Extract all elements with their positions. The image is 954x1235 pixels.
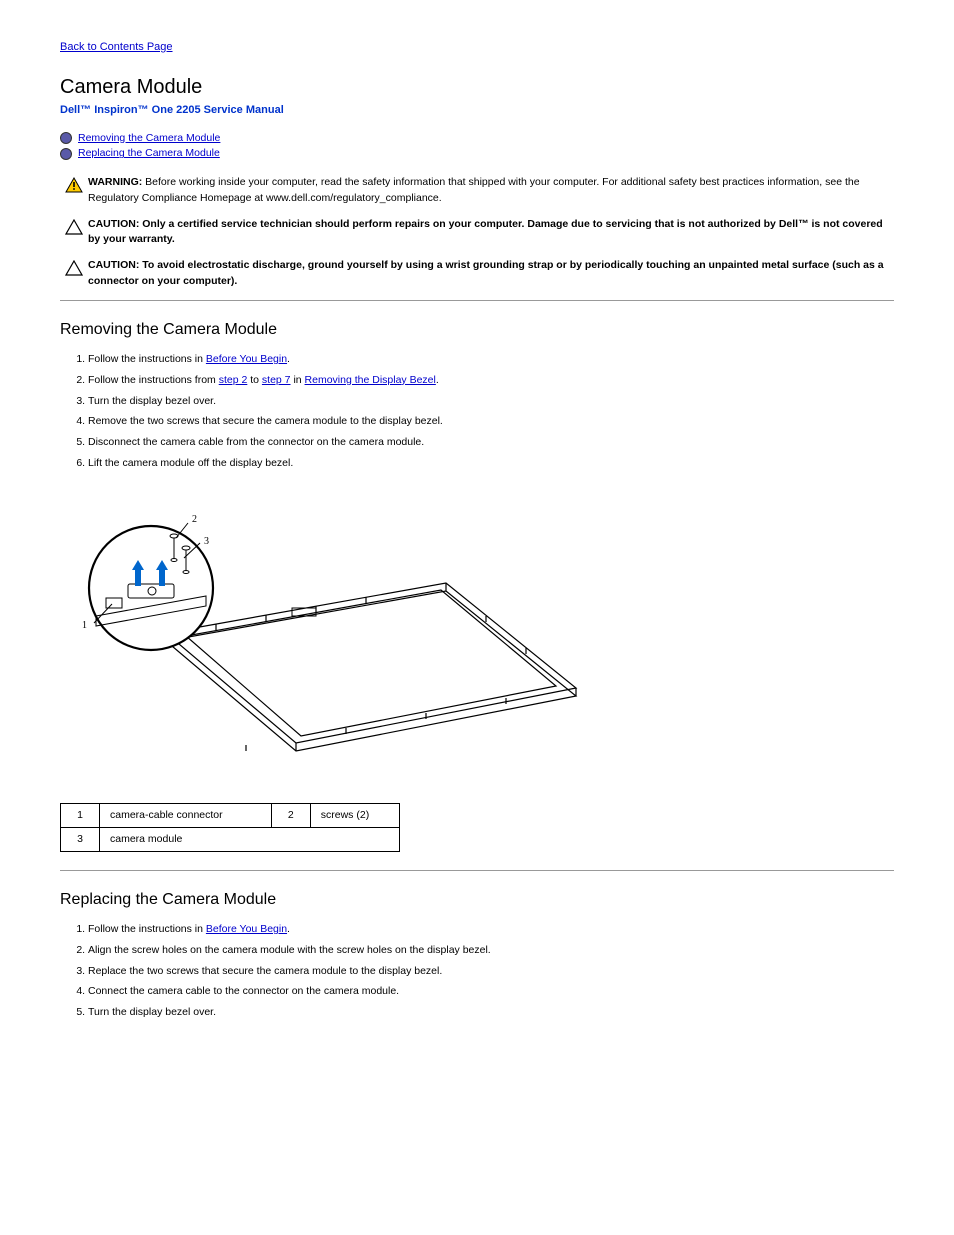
list-item: Replace the two screws that secure the c… (88, 963, 894, 980)
caution2-text: To avoid electrostatic discharge, ground… (88, 259, 884, 287)
figure-camera-module: 1 2 3 (60, 488, 894, 793)
caution-icon (65, 219, 83, 235)
before-you-begin-link[interactable]: Before You Begin (206, 923, 287, 935)
caution1-text: Only a certified service technician shou… (88, 218, 883, 246)
callout-table: 1 camera-cable connector 2 screws (2) 3 … (60, 803, 400, 851)
remove-bezel-link[interactable]: Removing the Display Bezel (305, 374, 436, 386)
callout-text: screws (2) (310, 804, 399, 828)
list-item: Connect the camera cable to the connecto… (88, 983, 894, 1000)
replace-steps: Follow the instructions in Before You Be… (60, 921, 894, 1021)
toc-list: Removing the Camera Module Replacing the… (60, 131, 894, 161)
caution-block-2: CAUTION: To avoid electrostatic discharg… (60, 258, 894, 290)
back-to-contents-link[interactable]: Back to Contents Page (60, 41, 173, 53)
callout-num: 2 (271, 804, 310, 828)
warning-text: Before working inside your computer, rea… (88, 176, 860, 204)
callout-text: camera module (100, 827, 400, 851)
list-item: Follow the instructions from step 2 to s… (88, 372, 894, 389)
list-item: Turn the display bezel over. (88, 1004, 894, 1021)
callout-num: 1 (61, 804, 100, 828)
list-item: Lift the camera module off the display b… (88, 455, 894, 472)
caution2-lead: CAUTION: (88, 259, 139, 271)
bullet-icon (60, 132, 72, 144)
caution-block-1: CAUTION: Only a certified service techni… (60, 217, 894, 249)
replace-section-title: Replacing the Camera Module (60, 889, 894, 911)
list-item: Turn the display bezel over. (88, 393, 894, 410)
callout-text: camera-cable connector (100, 804, 272, 828)
caution-icon (65, 260, 83, 276)
toc-link-remove[interactable]: Removing the Camera Module (78, 131, 220, 146)
step2-link[interactable]: step 2 (219, 374, 248, 386)
warning-block: WARNING: Before working inside your comp… (60, 175, 894, 207)
warning-icon (65, 177, 83, 193)
page-title: Camera Module (60, 73, 894, 101)
doc-subtitle: Dell™ Inspiron™ One 2205 Service Manual (60, 103, 894, 118)
step7-link[interactable]: step 7 (262, 374, 291, 386)
list-item: Disconnect the camera cable from the con… (88, 434, 894, 451)
svg-text:1: 1 (82, 620, 87, 631)
list-item: Follow the instructions in Before You Be… (88, 351, 894, 368)
callout-num: 3 (61, 827, 100, 851)
caution1-lead: CAUTION: (88, 218, 139, 230)
divider (60, 870, 894, 871)
svg-text:3: 3 (204, 536, 209, 547)
warning-lead: WARNING: (88, 176, 142, 188)
bullet-icon (60, 148, 72, 160)
svg-text:2: 2 (192, 514, 197, 525)
list-item: Follow the instructions in Before You Be… (88, 921, 894, 938)
list-item: Align the screw holes on the camera modu… (88, 942, 894, 959)
remove-steps: Follow the instructions in Before You Be… (60, 351, 894, 472)
toc-link-replace[interactable]: Replacing the Camera Module (78, 146, 220, 161)
remove-section-title: Removing the Camera Module (60, 319, 894, 341)
before-you-begin-link[interactable]: Before You Begin (206, 353, 287, 365)
divider (60, 300, 894, 301)
list-item: Remove the two screws that secure the ca… (88, 413, 894, 430)
